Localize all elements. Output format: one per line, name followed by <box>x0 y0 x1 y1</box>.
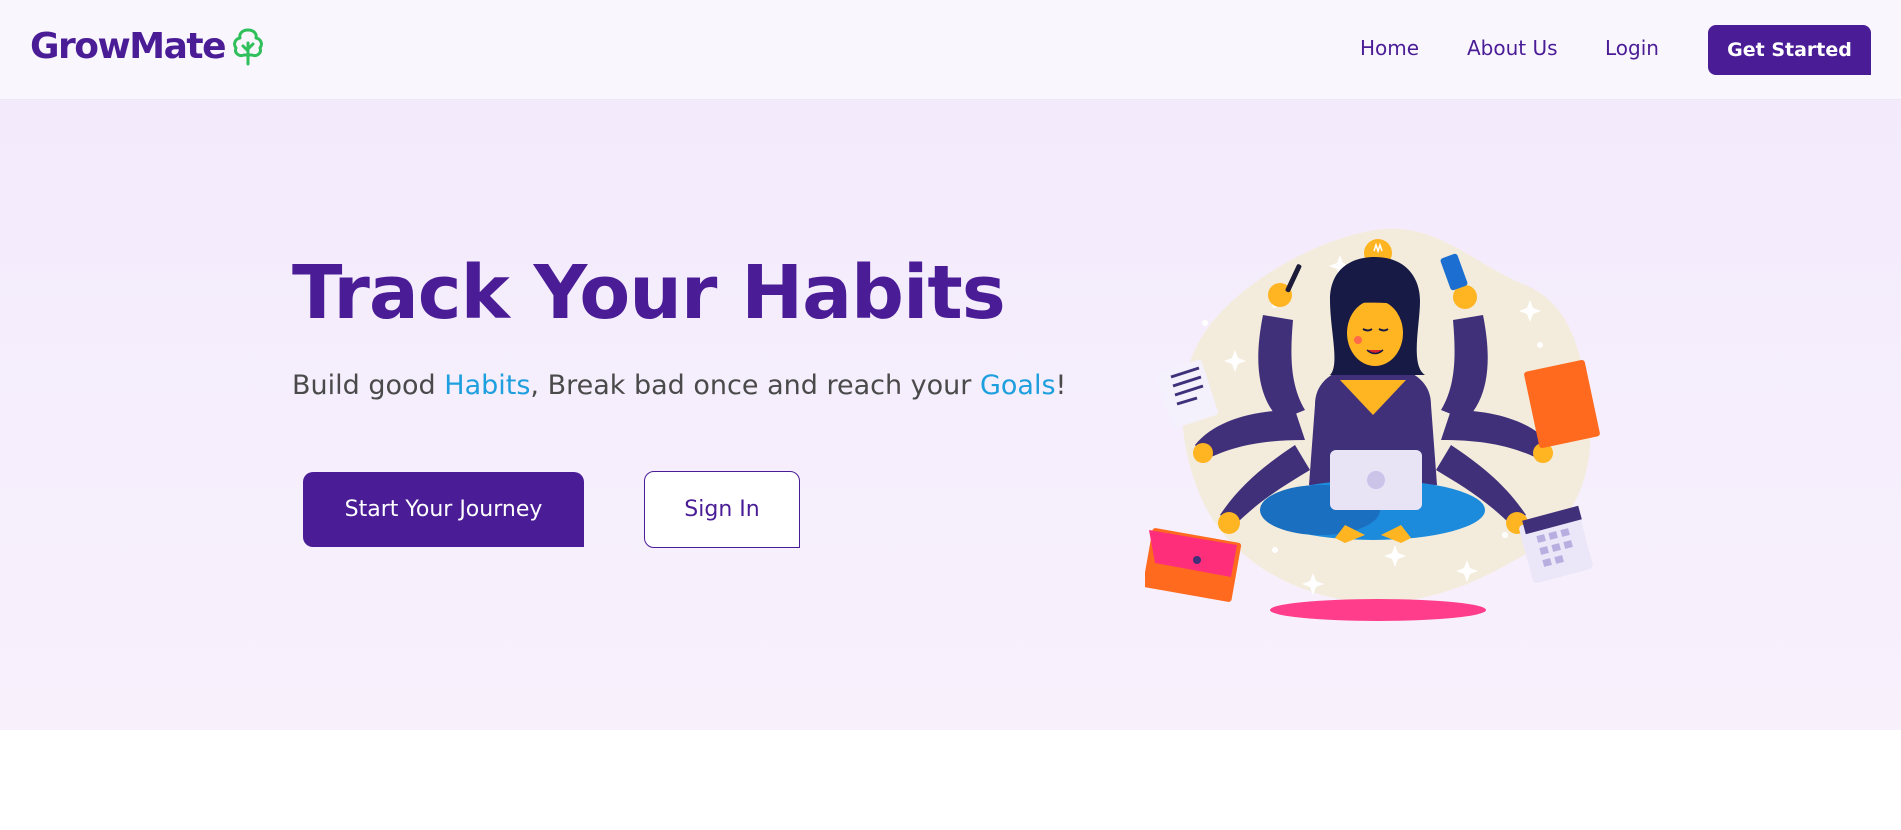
hero-section: Track Your Habits Build good Habits, Bre… <box>0 100 1901 730</box>
multitasking-woman-illustration <box>1145 228 1600 621</box>
brand-logo[interactable]: GrowMate <box>30 26 265 67</box>
get-started-button[interactable]: Get Started <box>1708 25 1871 75</box>
subtitle-highlight-goals: Goals <box>979 370 1056 401</box>
hero-subtitle: Build good Habits, Break bad once and re… <box>292 370 1066 401</box>
subtitle-text: ! <box>1055 370 1067 401</box>
nav-about-us-link[interactable]: About Us <box>1467 36 1558 60</box>
navbar: GrowMate Home About Us Login Get Started <box>0 0 1901 100</box>
hero-title: Track Your Habits <box>292 250 1006 336</box>
subtitle-highlight-habits: Habits <box>444 370 531 401</box>
tree-icon <box>233 28 263 65</box>
nav-home-link[interactable]: Home <box>1360 36 1419 60</box>
start-journey-button[interactable]: Start Your Journey <box>303 472 584 547</box>
brand-name: GrowMate <box>30 26 227 67</box>
subtitle-text: , Break bad once and reach your <box>530 370 980 401</box>
sign-in-button[interactable]: Sign In <box>644 471 800 548</box>
subtitle-text: Build good <box>292 370 445 401</box>
nav-login-link[interactable]: Login <box>1605 36 1659 60</box>
